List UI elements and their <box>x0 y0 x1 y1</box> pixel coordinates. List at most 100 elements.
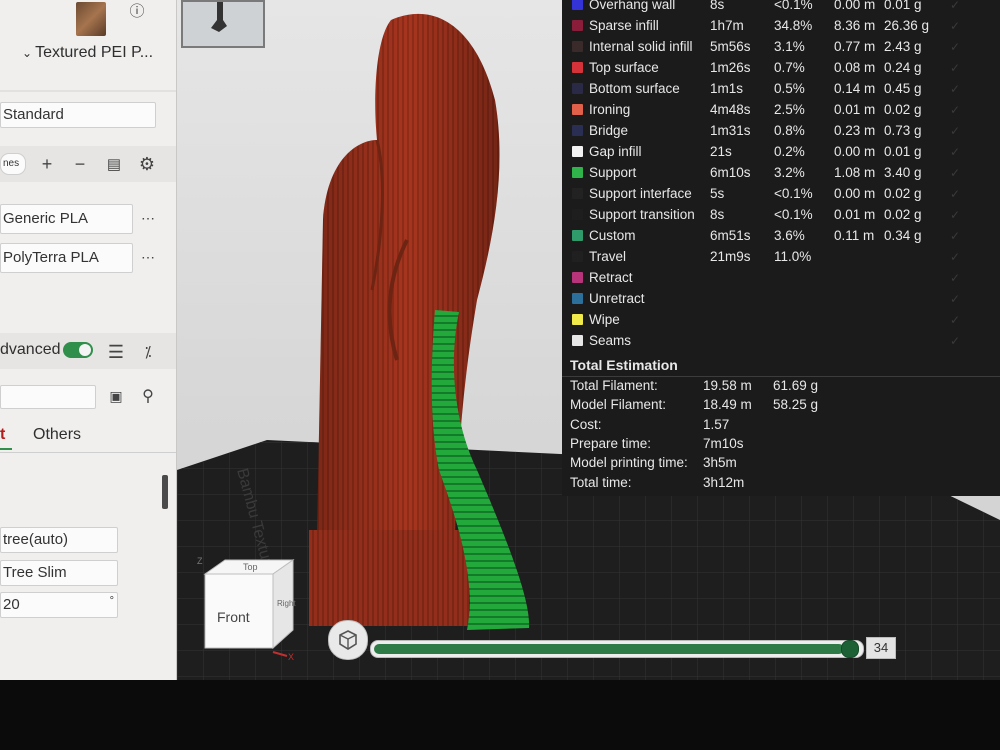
legend-color-swatch <box>572 188 583 199</box>
search-icon[interactable]: ⚲ <box>138 386 158 406</box>
legend-row[interactable]: Internal solid infill 5m56s 3.1% 0.77 m 2.43… <box>562 36 1000 57</box>
visibility-check-icon[interactable]: ✓ <box>950 61 960 75</box>
list-icon[interactable]: ☰ <box>106 342 126 362</box>
legend-row[interactable]: Unretract ✓ <box>562 288 1000 309</box>
legend-row[interactable]: Overhang wall 8s <0.1% 0.00 m 0.01 g ✓ <box>562 0 1000 15</box>
legend-item-weight: 0.34 g <box>884 228 922 243</box>
legend-item-time: 21m9s <box>710 249 751 264</box>
compare-icon[interactable]: ⁒ <box>138 342 158 362</box>
legend-item-time: 8s <box>710 0 725 12</box>
visibility-check-icon[interactable]: ✓ <box>950 229 960 243</box>
gear-icon[interactable]: ⚙ <box>137 154 157 174</box>
legend-item-percent: 3.2% <box>774 165 805 180</box>
legend-item-percent: <0.1% <box>774 186 813 201</box>
legend-row[interactable]: Seams ✓ <box>562 330 1000 351</box>
legend-row[interactable]: Wipe ✓ <box>562 309 1000 330</box>
legend-item-weight: 2.43 g <box>884 39 922 54</box>
legend-item-length: 0.08 m <box>834 60 876 75</box>
legend-item-percent: 34.8% <box>774 18 813 33</box>
divider <box>0 90 176 92</box>
legend-row[interactable]: Sparse infill 1h7m 34.8% 8.36 m 26.36 g ✓ <box>562 15 1000 36</box>
legend-color-swatch <box>572 293 583 304</box>
filament-slot-1[interactable]: Generic PLA <box>0 204 133 234</box>
visibility-check-icon[interactable]: ✓ <box>950 187 960 201</box>
legend-row[interactable]: Bridge 1m31s 0.8% 0.23 m 0.73 g ✓ <box>562 120 1000 141</box>
legend-row[interactable]: Gap infill 21s 0.2% 0.00 m 0.01 g ✓ <box>562 141 1000 162</box>
filament-1-more-icon[interactable]: ⋯ <box>138 208 158 228</box>
legend-item-name: Unretract <box>589 291 645 306</box>
threshold-angle-input[interactable]: 20 ° <box>0 592 118 618</box>
legend-color-swatch <box>572 167 583 178</box>
visibility-check-icon[interactable]: ✓ <box>950 40 960 54</box>
remove-filament-icon[interactable]: − <box>70 154 90 174</box>
legend-item-time: 5s <box>710 186 725 201</box>
info-icon[interactable]: ⓘ <box>127 0 147 20</box>
visibility-check-icon[interactable]: ✓ <box>950 166 960 180</box>
add-filament-icon[interactable]: + <box>37 154 57 174</box>
legend-row[interactable]: Support interface 5s <0.1% 0.00 m 0.02 g ✓ <box>562 183 1000 204</box>
visibility-check-icon[interactable]: ✓ <box>950 124 960 138</box>
layer-slider-handle[interactable] <box>841 640 860 658</box>
legend-item-weight: 3.40 g <box>884 165 922 180</box>
threshold-angle-value: 20 <box>3 596 20 613</box>
nav-cube-front[interactable]: Front <box>217 609 250 625</box>
sync-ams-icon[interactable]: ▤ <box>104 154 124 174</box>
filament-slot-2[interactable]: PolyTerra PLA <box>0 243 133 273</box>
nav-cube[interactable]: Front Top Right X Z <box>195 552 305 662</box>
visibility-check-icon[interactable]: ✓ <box>950 313 960 327</box>
legend-row[interactable]: Custom 6m51s 3.6% 0.11 m 0.34 g ✓ <box>562 225 1000 246</box>
legend-row[interactable]: Retract ✓ <box>562 267 1000 288</box>
visibility-check-icon[interactable]: ✓ <box>950 334 960 348</box>
layer-slider-fill <box>374 644 845 654</box>
visibility-check-icon[interactable]: ✓ <box>950 103 960 117</box>
legend-row[interactable]: Ironing 4m48s 2.5% 0.01 m 0.02 g ✓ <box>562 99 1000 120</box>
tab-others[interactable]: Others <box>33 426 81 444</box>
legend-item-time: 1m1s <box>710 81 744 96</box>
advanced-toggle-row[interactable]: dvanced <box>0 341 93 359</box>
visibility-check-icon[interactable]: ✓ <box>950 82 960 96</box>
visibility-check-icon[interactable]: ✓ <box>950 19 960 33</box>
sidebar-scrollbar[interactable] <box>162 475 168 509</box>
legend-item-name: Gap infill <box>589 144 642 159</box>
legend-item-time: 1m26s <box>710 60 751 75</box>
legend-item-length: 0.77 m <box>834 39 876 54</box>
process-profile-select[interactable]: Standard <box>0 102 156 128</box>
legend-item-name: Custom <box>589 228 636 243</box>
total-label: Total Filament: <box>570 378 658 393</box>
legend-item-length: 0.01 m <box>834 207 876 222</box>
advanced-toggle[interactable] <box>62 342 93 358</box>
legend-item-name: Retract <box>589 270 633 285</box>
legend-row[interactable]: Support transition 8s <0.1% 0.01 m 0.02 g ✓ <box>562 204 1000 225</box>
filament-2-more-icon[interactable]: ⋯ <box>138 247 158 267</box>
visibility-check-icon[interactable]: ✓ <box>950 271 960 285</box>
tab-support[interactable]: t <box>0 426 5 444</box>
view-reset-icon[interactable] <box>328 620 368 660</box>
legend-item-name: Internal solid infill <box>589 39 693 54</box>
legend-color-swatch <box>572 335 583 346</box>
legend-color-swatch <box>572 62 583 73</box>
screen: ⓘ ⌄ Textured PEI P... Standard nes + − ▤… <box>0 0 1000 680</box>
cube-view-icon <box>339 630 357 650</box>
legend-row[interactable]: Bottom surface 1m1s 0.5% 0.14 m 0.45 g ✓ <box>562 78 1000 99</box>
visibility-check-icon[interactable]: ✓ <box>950 250 960 264</box>
support-style-select[interactable]: Tree Slim <box>0 560 118 586</box>
nav-cube-top[interactable]: Top <box>243 562 258 572</box>
nav-cube-right[interactable]: Right <box>277 599 296 608</box>
support-type-select[interactable]: tree(auto) <box>0 527 118 553</box>
visibility-check-icon[interactable]: ✓ <box>950 292 960 306</box>
plate-thumbnail[interactable] <box>76 2 106 36</box>
nozzle-chip[interactable]: nes <box>0 153 26 175</box>
legend-item-name: Bridge <box>589 123 629 138</box>
visibility-check-icon[interactable]: ✓ <box>950 145 960 159</box>
legend-row[interactable]: Top surface 1m26s 0.7% 0.08 m 0.24 g ✓ <box>562 57 1000 78</box>
save-icon[interactable]: ▣ <box>106 386 126 406</box>
search-input[interactable] <box>0 385 96 409</box>
legend-row[interactable]: Travel 21m9s 11.0% ✓ <box>562 246 1000 267</box>
visibility-check-icon[interactable]: ✓ <box>950 0 960 12</box>
visibility-check-icon[interactable]: ✓ <box>950 208 960 222</box>
legend-row[interactable]: Support 6m10s 3.2% 1.08 m 3.40 g ✓ <box>562 162 1000 183</box>
total-label: Prepare time: <box>570 435 652 451</box>
layer-slider[interactable] <box>370 640 864 658</box>
legend-item-weight: 26.36 g <box>884 18 930 33</box>
plate-type-dropdown[interactable]: ⌄ Textured PEI P... <box>22 44 153 62</box>
